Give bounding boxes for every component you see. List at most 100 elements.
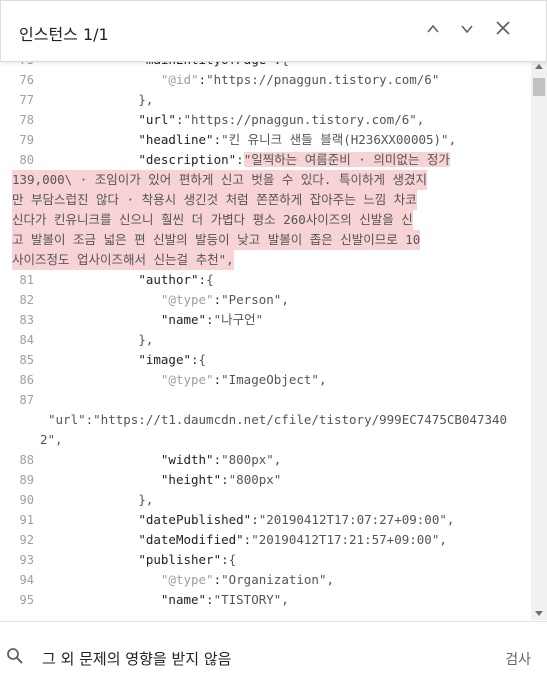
line-content: "datePublished":"20190412T17:07:27+09:00… bbox=[138, 512, 455, 527]
line-content: "@id":"https://pnaggun.tistory.com/6" bbox=[160, 72, 440, 87]
json-key-meta: "@type" bbox=[160, 372, 214, 387]
code-line: 2", bbox=[0, 430, 530, 450]
code-line: "url":"https://t1.daumcdn.net/cfile/tist… bbox=[0, 410, 530, 430]
json-value: { bbox=[198, 352, 207, 367]
json-value: "https://pnaggun.tistory.com/6", bbox=[183, 112, 425, 127]
json-key: "name" bbox=[160, 592, 207, 607]
json-value: "20190412T17:07:27+09:00", bbox=[258, 512, 455, 527]
highlighted-match: 사이즈정도 업사이즈해서 신는걸 추천", bbox=[12, 250, 234, 270]
line-content: "author":{ bbox=[138, 272, 214, 287]
code-line: 신다가 킨유니크를 신으니 훨씬 더 가볍다 평소 260사이즈의 신발을 신 bbox=[0, 210, 530, 230]
json-value: }, bbox=[138, 492, 154, 507]
line-content: "description":"일찍하는 여름준비 · 의미없는 정가 bbox=[138, 152, 450, 167]
code-line: 88 "width":"800px", bbox=[0, 450, 530, 470]
code-line: 76 "@id":"https://pnaggun.tistory.com/6" bbox=[0, 70, 530, 90]
line-number: 79 bbox=[19, 133, 34, 147]
line-number: 86 bbox=[19, 373, 34, 387]
json-value: "Person", bbox=[221, 292, 289, 307]
json-key-meta: "@id" bbox=[160, 72, 199, 87]
json-value: "20190412T17:21:57+09:00", bbox=[251, 532, 447, 547]
code-line: 78 "url":"https://pnaggun.tistory.com/6"… bbox=[0, 110, 530, 130]
line-number: 87 bbox=[19, 393, 34, 407]
code-line: 90 }, bbox=[0, 490, 530, 510]
json-value: "800px" bbox=[228, 472, 282, 487]
inspect-button[interactable]: 검사 bbox=[505, 649, 531, 669]
line-content: "headline":"킨 유니크 샌들 블랙(H236XX00005)", bbox=[138, 132, 457, 147]
json-key: "height" bbox=[160, 472, 222, 487]
json-key: "headline" bbox=[138, 132, 214, 147]
line-content: }, bbox=[48, 490, 153, 510]
code-line: 87 bbox=[0, 390, 530, 410]
previous-result-button[interactable] bbox=[419, 17, 447, 45]
wrapped-line: 2", bbox=[40, 432, 63, 447]
code-line: 사이즈정도 업사이즈해서 신는걸 추천", bbox=[0, 250, 530, 270]
code-line: 84 }, bbox=[0, 330, 530, 350]
chevron-down-icon bbox=[461, 25, 473, 34]
line-number: 80 bbox=[19, 153, 34, 167]
line-number: 91 bbox=[19, 513, 34, 527]
json-key: "image" bbox=[138, 352, 191, 367]
code-line: 92 "dateModified":"20190412T17:21:57+09:… bbox=[0, 530, 530, 550]
code-line: 81 "author":{ bbox=[0, 270, 530, 290]
code-line: 77 }, bbox=[0, 90, 530, 110]
line-number: 85 bbox=[19, 353, 34, 367]
json-key-meta: "@type" bbox=[160, 292, 214, 307]
line-number: 93 bbox=[19, 553, 34, 567]
code-line: 86 "@type":"ImageObject", bbox=[0, 370, 530, 390]
close-icon bbox=[496, 21, 510, 35]
code-line: 93 "publisher":{ bbox=[0, 550, 530, 570]
chevron-up-icon bbox=[427, 24, 439, 33]
code-line: 82 "@type":"Person", bbox=[0, 290, 530, 310]
code-line: 95 "name":"TISTORY", bbox=[0, 590, 530, 610]
code-line: 139,000\ · 조임이가 있어 편하게 신고 벗을 수 있다. 특이하게 … bbox=[0, 170, 530, 190]
json-value: }, bbox=[138, 332, 154, 347]
scroll-up-arrow-icon[interactable] bbox=[535, 64, 543, 69]
json-value: "800px", bbox=[221, 452, 282, 467]
search-icon bbox=[7, 648, 23, 664]
next-result-button[interactable] bbox=[453, 17, 481, 45]
line-number: 89 bbox=[19, 473, 34, 487]
code-line: 85 "image":{ bbox=[0, 350, 530, 370]
line-content: "name":"TISTORY", bbox=[160, 592, 289, 607]
line-number: 76 bbox=[19, 73, 34, 87]
line-content: "@type":"Person", bbox=[160, 292, 289, 307]
line-number: 88 bbox=[19, 453, 34, 467]
highlighted-match: 고 발볼이 조금 넓은 편 신발의 발등이 낮고 발볼이 좁은 신발이므로 10 bbox=[12, 230, 421, 250]
line-content: }, bbox=[48, 330, 153, 350]
highlighted-match: 만 부담스럽진 않다 · 착용시 생긴것 처럼 쫀쫀하게 잡아주는 느낌 차코 bbox=[12, 190, 417, 210]
code-viewer: 74 "@type":"BlogPosting",75 "mainEntityO… bbox=[0, 30, 530, 620]
line-number: 92 bbox=[19, 533, 34, 547]
highlighted-match: 139,000\ · 조임이가 있어 편하게 신고 벗을 수 있다. 특이하게 … bbox=[12, 170, 428, 190]
line-number: 83 bbox=[19, 313, 34, 327]
line-content: "dateModified":"20190412T17:21:57+09:00"… bbox=[138, 532, 447, 547]
json-value: { bbox=[228, 552, 237, 567]
line-number: 84 bbox=[19, 333, 34, 347]
highlighted-match: 신다가 킨유니크를 신으니 훨씬 더 가볍다 평소 260사이즈의 신발을 신 bbox=[12, 210, 413, 230]
json-value: "TISTORY", bbox=[213, 592, 289, 607]
line-content: "publisher":{ bbox=[138, 552, 237, 567]
json-value: "ImageObject", bbox=[221, 372, 327, 387]
find-bar: 인스턴스 1/1 bbox=[0, 0, 547, 62]
scroll-thumb[interactable] bbox=[533, 78, 545, 96]
json-key: "name" bbox=[160, 312, 207, 327]
json-key-meta: "@type" bbox=[160, 572, 214, 587]
json-value: "나구언" bbox=[213, 312, 264, 327]
line-number: 94 bbox=[19, 573, 34, 587]
line-content: "image":{ bbox=[138, 352, 207, 367]
line-content: "name":"나구언" bbox=[160, 312, 264, 327]
line-number: 90 bbox=[19, 493, 34, 507]
code-line: 91 "datePublished":"20190412T17:07:27+09… bbox=[0, 510, 530, 530]
vertical-scrollbar[interactable] bbox=[531, 60, 547, 620]
code-line: 94 "@type":"Organization", bbox=[0, 570, 530, 590]
line-content: "url":"https://pnaggun.tistory.com/6", bbox=[138, 112, 425, 127]
json-key: "url" bbox=[138, 112, 176, 127]
code-line: 만 부담스럽진 않다 · 착용시 생긴것 처럼 쫀쫀하게 잡아주는 느낌 차코 bbox=[0, 190, 530, 210]
filter-text: 그 외 문제의 영향을 받지 않음 bbox=[42, 650, 232, 668]
code-line: 83 "name":"나구언" bbox=[0, 310, 530, 330]
close-find-button[interactable] bbox=[489, 17, 517, 45]
code-line: 89 "height":"800px" bbox=[0, 470, 530, 490]
line-number: 95 bbox=[19, 593, 34, 607]
line-content: "@type":"ImageObject", bbox=[160, 372, 327, 387]
scroll-down-arrow-icon[interactable] bbox=[535, 611, 543, 616]
issue-filter-bar: 그 외 문제의 영향을 받지 않음 검사 bbox=[0, 621, 547, 683]
